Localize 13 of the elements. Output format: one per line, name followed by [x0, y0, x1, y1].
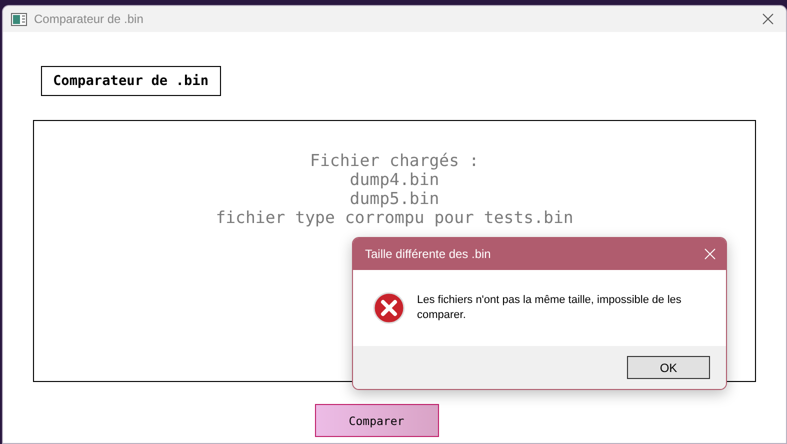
ok-button[interactable]: OK — [627, 356, 710, 379]
loaded-file-line: dump5.bin — [350, 189, 440, 208]
close-icon[interactable] — [762, 13, 774, 25]
dialog-message: Les fichiers n'ont pas la même taille, impossible de les comparer. — [417, 293, 682, 323]
dialog-title: Taille différente des .bin — [365, 247, 492, 261]
loaded-file-line: Fichier chargés : — [310, 151, 479, 170]
error-icon — [373, 292, 405, 324]
loaded-file-line: fichier type corrompu pour tests.bin — [216, 208, 574, 227]
compare-button[interactable]: Comparer — [314, 404, 438, 437]
app-icon — [11, 12, 27, 26]
header-label: Comparateur de .bin — [41, 66, 220, 96]
window-title: Comparateur de .bin — [34, 12, 144, 26]
loaded-file-line: dump4.bin — [350, 170, 440, 189]
